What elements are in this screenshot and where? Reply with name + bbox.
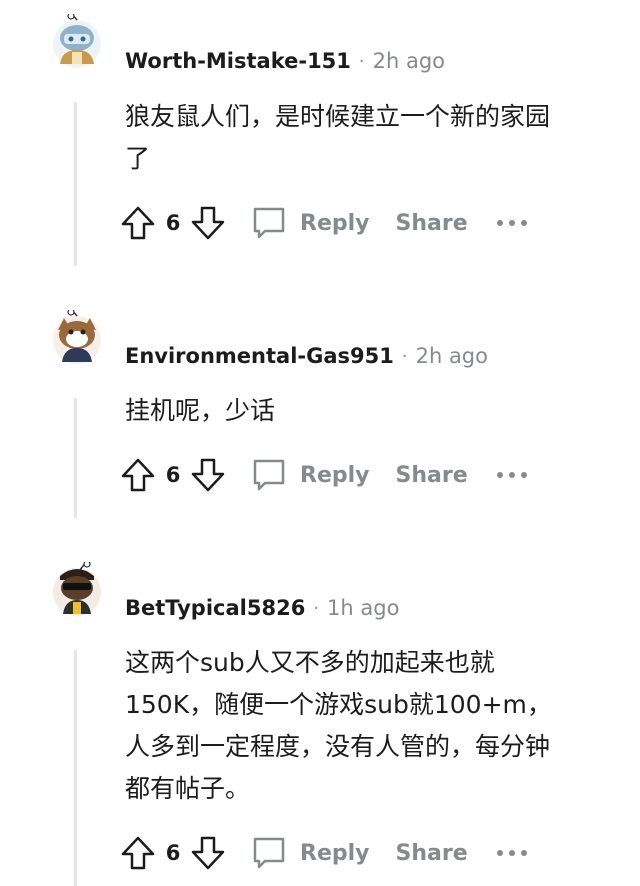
reply-button[interactable]: Reply	[250, 456, 370, 494]
comment-body: 这两个sub人又不多的加起来也就150K，随便一个游戏sub就100+m，人多到…	[125, 648, 552, 803]
upvote-icon[interactable]	[118, 203, 158, 243]
thread-line[interactable]	[74, 398, 77, 518]
downvote-icon[interactable]	[188, 203, 228, 243]
username[interactable]: BetTypical5826	[125, 596, 305, 620]
share-button[interactable]: Share	[396, 841, 468, 866]
vote-count: 6	[165, 463, 181, 487]
comment-meta: Environmental-Gas951 · 2h ago	[125, 341, 488, 371]
reply-label: Reply	[300, 462, 370, 488]
reply-label: Reply	[300, 210, 370, 236]
meta-separator: ·	[401, 345, 408, 367]
comment-meta: Worth-Mistake-151 · 2h ago	[125, 46, 445, 76]
reply-label: Reply	[300, 840, 370, 866]
downvote-icon[interactable]	[188, 455, 228, 495]
comment-bubble-icon	[253, 207, 285, 239]
share-button[interactable]: Share	[396, 211, 468, 236]
timestamp[interactable]: 2h ago	[416, 344, 488, 368]
more-options-icon[interactable]	[496, 848, 528, 858]
comment-body: 挂机呢，少话	[125, 396, 276, 425]
comment-actions: 6 Reply Share	[118, 453, 528, 497]
avatar[interactable]	[50, 310, 104, 364]
meta-separator: ·	[358, 50, 365, 72]
reply-button[interactable]: Reply	[250, 204, 370, 242]
avatar[interactable]	[50, 14, 104, 68]
more-options-icon[interactable]	[496, 470, 528, 480]
username[interactable]: Worth-Mistake-151	[125, 49, 351, 73]
thread-line[interactable]	[74, 102, 77, 266]
upvote-icon[interactable]	[118, 455, 158, 495]
comment-meta: BetTypical5826 · 1h ago	[125, 593, 399, 623]
vote-count: 6	[165, 211, 181, 235]
comment-actions: 6 Reply Share	[118, 831, 528, 875]
timestamp[interactable]: 1h ago	[327, 596, 399, 620]
downvote-icon[interactable]	[188, 833, 228, 873]
reply-button[interactable]: Reply	[250, 834, 370, 872]
meta-separator: ·	[313, 597, 320, 619]
thread-line[interactable]	[74, 650, 77, 886]
comment-body: 狼友鼠人们，是时候建立一个新的家园了	[125, 102, 551, 173]
timestamp[interactable]: 2h ago	[373, 49, 445, 73]
avatar[interactable]	[50, 562, 104, 616]
more-options-icon[interactable]	[496, 218, 528, 228]
comment-bubble-icon	[253, 459, 285, 491]
vote-count: 6	[165, 841, 181, 865]
comment-bubble-icon	[253, 837, 285, 869]
upvote-icon[interactable]	[118, 833, 158, 873]
share-button[interactable]: Share	[396, 463, 468, 488]
username[interactable]: Environmental-Gas951	[125, 344, 394, 368]
comment-actions: 6 Reply Share	[118, 201, 528, 245]
